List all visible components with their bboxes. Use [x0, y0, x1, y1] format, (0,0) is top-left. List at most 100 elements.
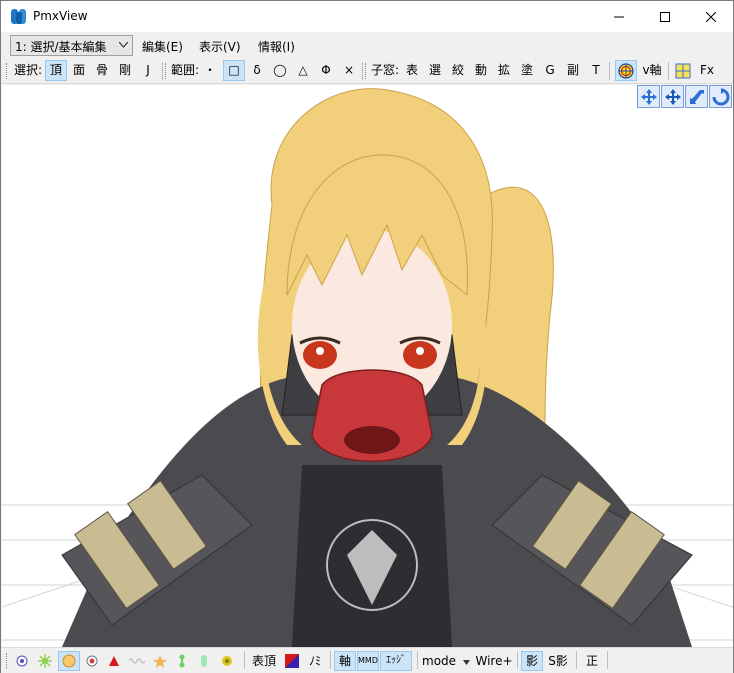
color-button[interactable]	[282, 651, 302, 671]
wave-icon	[128, 658, 146, 664]
menu-info[interactable]: 情報(I)	[258, 38, 295, 55]
range-circle-button[interactable]: ◯	[271, 60, 289, 81]
mode-dropdown-value: 1: 選択/基本編集	[15, 40, 107, 54]
toolbar-grip[interactable]	[6, 63, 9, 79]
soft-display-button[interactable]	[195, 651, 213, 671]
front-view-button[interactable]: 正	[581, 651, 603, 671]
toolbar-divider	[576, 651, 577, 669]
pan-arrows-icon	[664, 88, 681, 105]
toolbar-divider	[607, 651, 608, 669]
v-axis-button[interactable]: v軸	[639, 60, 665, 81]
select-label: 選択:	[13, 63, 43, 77]
child-filter-button[interactable]: 絞	[449, 60, 467, 81]
vertex-display-button[interactable]	[13, 651, 31, 671]
range-delta-button[interactable]: δ	[248, 60, 266, 81]
zoom-arrow-icon	[689, 89, 704, 104]
child-window-label: 子窓:	[370, 63, 400, 77]
axis-globe-button[interactable]	[615, 60, 637, 81]
sparkle-icon	[38, 654, 52, 668]
globe-icon	[618, 63, 634, 79]
axis-button[interactable]: 軸	[334, 651, 356, 671]
select-rigid-button[interactable]: 剛	[115, 60, 135, 81]
vertex-table-button[interactable]: 表頂	[250, 651, 278, 671]
vertex-dot-icon	[16, 655, 28, 667]
toolbar-divider	[244, 651, 245, 669]
bone-display-button[interactable]	[83, 651, 101, 671]
select-face-button[interactable]: 面	[69, 60, 89, 81]
menu-bar: 1: 選択/基本編集 編集(E) 表示(V) 情報(I)	[1, 32, 733, 58]
joint-display-button[interactable]	[173, 651, 191, 671]
bone-target-icon	[86, 655, 98, 667]
edge-button[interactable]: ｴｯｼﾞ	[380, 651, 412, 671]
app-icon	[11, 9, 26, 24]
minimize-button[interactable]	[596, 1, 642, 32]
fx-button[interactable]: Fx	[697, 60, 717, 81]
close-icon	[706, 11, 716, 22]
toolbar-grip[interactable]	[365, 63, 368, 79]
range-phi-button[interactable]: Φ	[317, 60, 335, 81]
move-arrows-icon	[640, 88, 657, 105]
toolbar-divider	[330, 651, 331, 669]
misc-display-button[interactable]	[217, 651, 237, 671]
rigid-display-button[interactable]	[105, 651, 123, 671]
caret-down-icon	[462, 660, 470, 665]
normal-display-button[interactable]	[36, 651, 54, 671]
toolbar-divider	[162, 62, 163, 80]
range-triangle-button[interactable]: △	[294, 60, 312, 81]
self-shadow-button[interactable]: S影	[545, 651, 571, 671]
mmd-button[interactable]: MMD	[357, 651, 379, 671]
window-title: PmxView	[33, 9, 88, 23]
child-table-button[interactable]: 表	[403, 60, 421, 81]
face-display-button[interactable]	[58, 651, 80, 671]
main-toolbar: 選択: 頂 面 骨 剛 J 範囲: ・ □ δ ◯ △ Φ × 子窓: 表 選 …	[1, 58, 733, 84]
face-star-icon	[62, 654, 76, 668]
mode-dropdown[interactable]: 1: 選択/基本編集	[10, 35, 133, 56]
range-point-button[interactable]: ・	[201, 60, 219, 81]
child-paint-button[interactable]: 塗	[518, 60, 536, 81]
bottom-toolbar: 表頂 ﾉﾐ 軸 MMD ｴｯｼﾞ mode Wire+ 影 S影 正	[1, 647, 733, 673]
view-zoom-button[interactable]	[685, 85, 708, 108]
pmxview-window: PmxView 1: 選択/基本編集 編集(E) 表示(V) 情報(I) 選択:…	[0, 0, 734, 673]
orange-star-icon	[153, 655, 167, 668]
chevron-down-icon	[119, 42, 128, 48]
star-display-button[interactable]	[151, 651, 169, 671]
toolbar-divider	[609, 62, 610, 80]
view-pan-button[interactable]	[661, 85, 684, 108]
range-clear-button[interactable]: ×	[340, 60, 358, 81]
select-vertex-button[interactable]: 頂	[45, 60, 67, 81]
range-rect-button[interactable]: □	[223, 60, 245, 81]
close-button[interactable]	[688, 1, 734, 32]
red-triangle-icon	[109, 656, 119, 666]
mode-dropdown-button[interactable]: mode	[422, 651, 472, 671]
yellow-swirl-icon	[222, 656, 232, 666]
menu-edit[interactable]: 編集(E)	[142, 38, 183, 55]
select-joint-button[interactable]: J	[139, 60, 157, 81]
range-label: 範囲:	[170, 63, 200, 77]
model-render	[2, 88, 733, 647]
child-select-button[interactable]: 選	[426, 60, 444, 81]
child-g-button[interactable]: G	[541, 60, 559, 81]
only-button[interactable]: ﾉﾐ	[304, 651, 326, 671]
grid-button[interactable]	[672, 60, 694, 81]
grid-icon	[675, 63, 691, 79]
toolbar-grip[interactable]	[6, 653, 9, 669]
toolbar-grip[interactable]	[165, 63, 168, 79]
mode-label: mode	[422, 654, 457, 668]
select-bone-button[interactable]: 骨	[92, 60, 112, 81]
maximize-button[interactable]	[642, 1, 688, 32]
child-sub-button[interactable]: 副	[564, 60, 582, 81]
maximize-icon	[660, 11, 670, 22]
view-rotate-button[interactable]	[709, 85, 732, 108]
menu-view[interactable]: 表示(V)	[199, 38, 241, 55]
green-bar-icon	[201, 655, 207, 667]
green-joint-icon	[179, 654, 185, 668]
toolbar-divider	[517, 651, 518, 669]
child-scale-button[interactable]: 拡	[495, 60, 513, 81]
shadow-button[interactable]: 影	[521, 651, 543, 671]
model-viewport[interactable]	[2, 85, 733, 647]
wire-button[interactable]: Wire+	[475, 651, 513, 671]
child-t-button[interactable]: T	[587, 60, 605, 81]
wave-display-button[interactable]	[127, 651, 147, 671]
child-move-button[interactable]: 動	[472, 60, 490, 81]
view-move-button[interactable]	[637, 85, 660, 108]
